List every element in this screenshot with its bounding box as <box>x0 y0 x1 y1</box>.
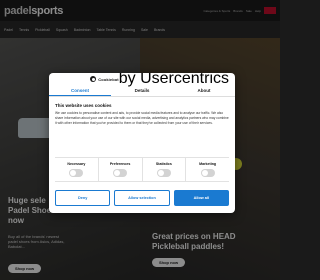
tab-consent[interactable]: Consent <box>49 85 111 96</box>
allow-all-button[interactable]: Allow all <box>173 190 229 206</box>
toggle-statistics: Statistics <box>143 158 187 181</box>
preferences-switch[interactable] <box>113 169 128 177</box>
consent-body: This website uses cookies We use cookies… <box>49 97 235 126</box>
cookiebot-logo[interactable]: Cookiebot <box>90 76 119 82</box>
cookie-tabs: Consent Details About <box>49 85 235 97</box>
consent-title: This website uses cookies <box>55 103 112 108</box>
consent-toggles: Necessary Preferences Statistics Marketi… <box>55 157 229 182</box>
statistics-switch[interactable] <box>156 169 171 177</box>
cookie-consent-dialog: Cookiebot by Usercentrics Consent Detail… <box>49 73 235 213</box>
cookiebot-icon <box>90 76 97 82</box>
toggle-marketing: Marketing <box>186 158 229 181</box>
deny-button[interactable]: Deny <box>55 190 111 206</box>
necessary-switch[interactable] <box>69 169 84 177</box>
toggle-preferences: Preferences <box>99 158 143 181</box>
consent-text: We use cookies to personalise content an… <box>55 111 229 125</box>
tab-about[interactable]: About <box>173 85 235 96</box>
marketing-switch[interactable] <box>200 169 215 177</box>
dialog-header: Cookiebot by Usercentrics <box>49 73 235 87</box>
tab-details[interactable]: Details <box>111 85 173 96</box>
consent-buttons: Deny Allow selection Allow all <box>55 190 229 206</box>
allow-selection-button[interactable]: Allow selection <box>114 190 170 206</box>
toggle-necessary: Necessary <box>55 158 99 181</box>
